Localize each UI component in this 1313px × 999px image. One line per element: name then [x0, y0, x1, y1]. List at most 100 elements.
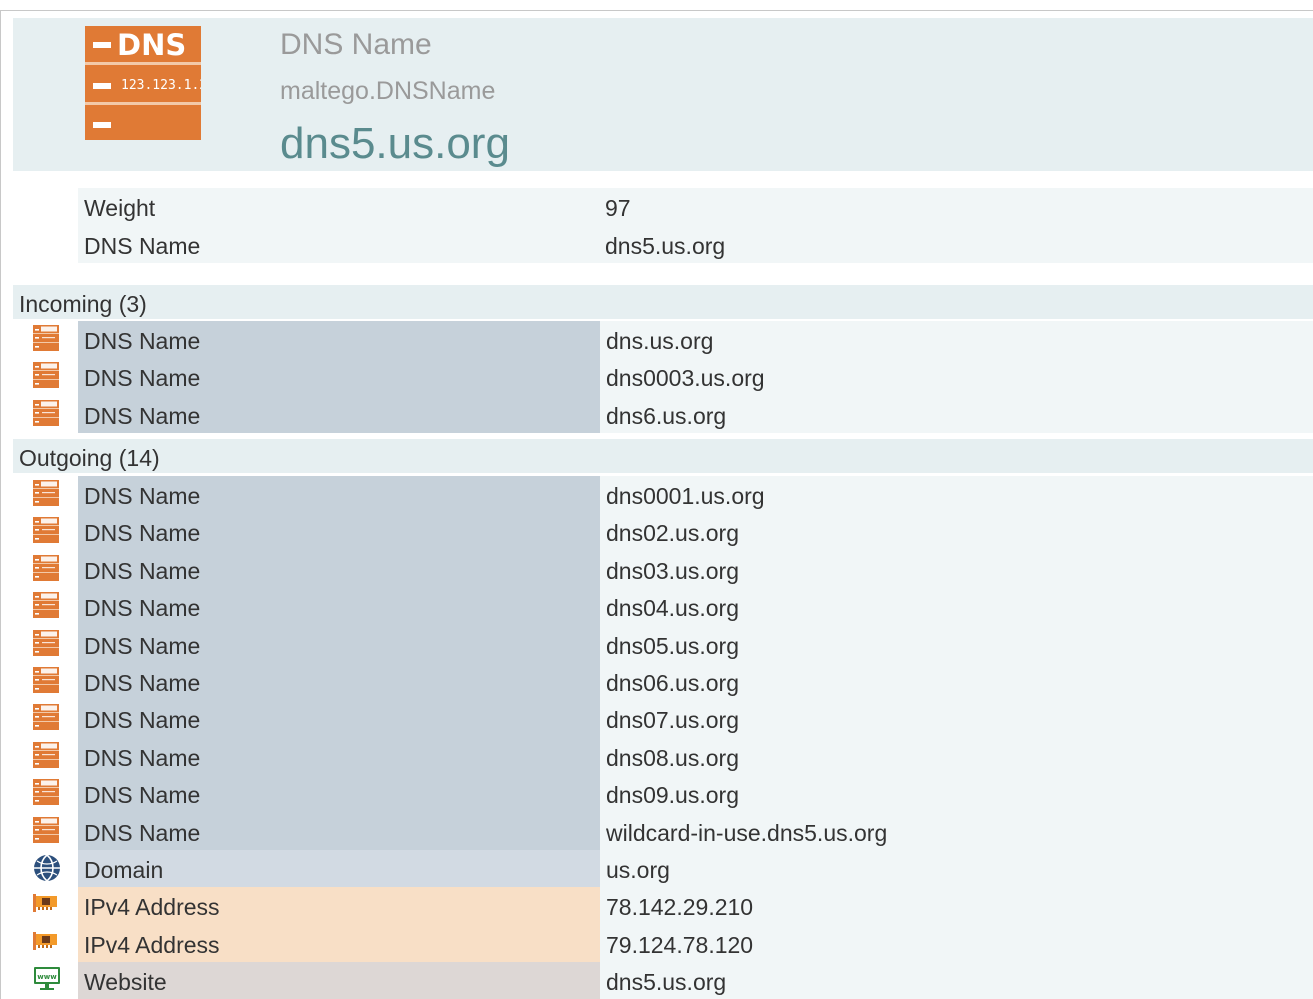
entity-value-link[interactable]: dns.us.org	[606, 328, 713, 355]
entity-type-label: IPv4 Address	[84, 931, 220, 958]
entity-value-link[interactable]: dns0001.us.org	[606, 483, 765, 510]
outgoing-row-dns-name[interactable]: DNS Name dns04.us.org	[13, 588, 1313, 626]
entity-value-link[interactable]: dns0003.us.org	[606, 365, 765, 392]
outgoing-row-website[interactable]: www Website dns5.us.org	[13, 962, 1313, 999]
entity-type-label: DNS Name	[84, 328, 201, 354]
incoming-row-dns-name[interactable]: DNS Name dns6.us.org	[13, 395, 1313, 434]
outgoing-row-dns-name[interactable]: DNS Name dns0001.us.org	[13, 476, 1313, 514]
entity-type-cell: DNS Name	[78, 321, 600, 359]
outgoing-section-title: Outgoing (14)	[19, 445, 160, 471]
property-row-weight: Weight 97	[78, 188, 1313, 226]
incoming-section-header[interactable]: Incoming (3)	[13, 285, 1313, 319]
outgoing-row-dns-name[interactable]: DNS Name wildcard-in-use.dns5.us.org	[13, 812, 1313, 850]
outgoing-row-dns-name[interactable]: DNS Name dns07.us.org	[13, 700, 1313, 738]
dns-icon	[13, 700, 78, 737]
entity-value-link[interactable]: dns5.us.org	[606, 969, 726, 996]
network-card-icon	[13, 925, 78, 962]
outgoing-row-dns-name[interactable]: DNS Name dns08.us.org	[13, 737, 1313, 776]
entity-value-link[interactable]: us.org	[606, 857, 670, 884]
svg-text:123.123.1.2: 123.123.1.2	[121, 78, 201, 93]
entity-value-cell: wildcard-in-use.dns5.us.org	[600, 812, 1313, 850]
entity-type-label: DNS Name	[84, 707, 201, 734]
entity-value-link[interactable]: dns04.us.org	[606, 595, 739, 622]
entity-header: DNS 123.123.1.2 DNS Name maltego.DNSName…	[13, 18, 1313, 171]
entity-value-cell: dns06.us.org	[600, 662, 1313, 701]
entity-value-link[interactable]: dns6.us.org	[606, 403, 726, 430]
entity-type-label: DNS Name	[84, 632, 201, 659]
dns-icon	[13, 813, 78, 850]
entity-value-cell: dns02.us.org	[600, 513, 1313, 551]
dns-icon	[13, 476, 78, 513]
dns-server-icon: DNS 123.123.1.2	[85, 26, 207, 140]
entity-type-label: DNS Name	[84, 595, 201, 622]
entity-type-cell: DNS Name	[78, 737, 600, 776]
entity-value-cell: dns0001.us.org	[600, 476, 1313, 514]
entity-value-cell: us.org	[600, 849, 1313, 888]
outgoing-section-header[interactable]: Outgoing (14)	[13, 439, 1313, 473]
entity-type-cell: Website	[78, 962, 600, 999]
property-key: Weight	[84, 195, 156, 221]
outgoing-row-dns-name[interactable]: DNS Name dns09.us.org	[13, 775, 1313, 813]
entity-value-cell: dns.us.org	[600, 321, 1313, 359]
dns-icon	[13, 551, 78, 588]
dns-icon	[13, 775, 78, 812]
property-key: DNS Name	[84, 232, 201, 259]
entity-value-cell: dns5.us.org	[600, 962, 1313, 999]
incoming-row-dns-name[interactable]: DNS Name dns.us.org	[13, 321, 1313, 359]
entity-value-cell: 79.124.78.120	[600, 924, 1313, 963]
property-value[interactable]: dns5.us.org	[605, 233, 725, 260]
entity-type-cell: IPv4 Address	[78, 887, 600, 925]
svg-text:DNS: DNS	[117, 28, 186, 62]
globe-icon	[13, 850, 78, 887]
dns-icon	[13, 321, 78, 358]
outgoing-row-ipv4-address[interactable]: IPv4 Address 78.142.29.210	[13, 887, 1313, 925]
entity-type-label: DNS Name	[280, 28, 432, 61]
entity-value-link[interactable]: dns05.us.org	[606, 633, 739, 660]
entity-type-cell: Domain	[78, 849, 600, 888]
incoming-list: DNS Name dns.us.org DNS Name dns0003.us.org…	[13, 321, 1313, 434]
dns-icon	[13, 396, 78, 433]
outgoing-list: DNS Name dns0001.us.org DNS Name dns02.us.o…	[13, 476, 1313, 999]
outgoing-row-dns-name[interactable]: DNS Name dns02.us.org	[13, 513, 1313, 551]
entity-type-cell: DNS Name	[78, 662, 600, 701]
svg-text:www: www	[37, 973, 57, 981]
entity-value-cell: dns0003.us.org	[600, 358, 1313, 396]
outgoing-row-domain[interactable]: Domain us.org	[13, 849, 1313, 888]
website-monitor-icon: www	[13, 962, 78, 999]
entity-value[interactable]: dns5.us.org	[280, 119, 510, 169]
entity-value-link[interactable]: dns07.us.org	[606, 707, 739, 734]
outgoing-row-ipv4-address[interactable]: IPv4 Address 79.124.78.120	[13, 924, 1313, 963]
property-value[interactable]: 97	[605, 195, 631, 222]
outgoing-row-dns-name[interactable]: DNS Name dns03.us.org	[13, 550, 1313, 589]
entity-type-label: DNS Name	[84, 520, 201, 547]
entity-type-cell: DNS Name	[78, 700, 600, 738]
dns-icon	[13, 358, 78, 395]
outgoing-row-dns-name[interactable]: DNS Name dns06.us.org	[13, 662, 1313, 701]
dns-icon	[13, 588, 78, 625]
dns-icon	[13, 738, 78, 775]
entity-value-link[interactable]: dns08.us.org	[606, 745, 739, 772]
entity-type-cell: DNS Name	[78, 625, 600, 663]
entity-value-link[interactable]: 78.142.29.210	[606, 894, 753, 921]
entity-type-cell: DNS Name	[78, 476, 600, 514]
entity-value-cell: dns05.us.org	[600, 625, 1313, 663]
entity-type-label: IPv4 Address	[84, 894, 220, 921]
property-row-dns-name: DNS Name dns5.us.org	[78, 226, 1313, 264]
entity-value-cell: dns04.us.org	[600, 588, 1313, 626]
outgoing-row-dns-name[interactable]: DNS Name dns05.us.org	[13, 625, 1313, 663]
entity-value-link[interactable]: 79.124.78.120	[606, 932, 753, 959]
entity-value-link[interactable]: dns09.us.org	[606, 782, 739, 809]
entity-type-label: DNS Name	[84, 782, 201, 809]
entity-value-cell: dns08.us.org	[600, 737, 1313, 776]
entity-value-link[interactable]: dns02.us.org	[606, 520, 739, 547]
entity-value-link[interactable]: wildcard-in-use.dns5.us.org	[606, 820, 887, 847]
entity-value-link[interactable]: dns03.us.org	[606, 558, 739, 585]
entity-type-label: Website	[84, 969, 167, 996]
panel-top-border	[0, 10, 1313, 11]
entity-value-link[interactable]: dns06.us.org	[606, 670, 739, 697]
network-card-icon	[13, 887, 78, 924]
entity-type-cell: DNS Name	[78, 775, 600, 813]
entity-type-label: DNS Name	[84, 557, 201, 584]
entity-type-label: DNS Name	[84, 669, 201, 696]
incoming-row-dns-name[interactable]: DNS Name dns0003.us.org	[13, 358, 1313, 396]
